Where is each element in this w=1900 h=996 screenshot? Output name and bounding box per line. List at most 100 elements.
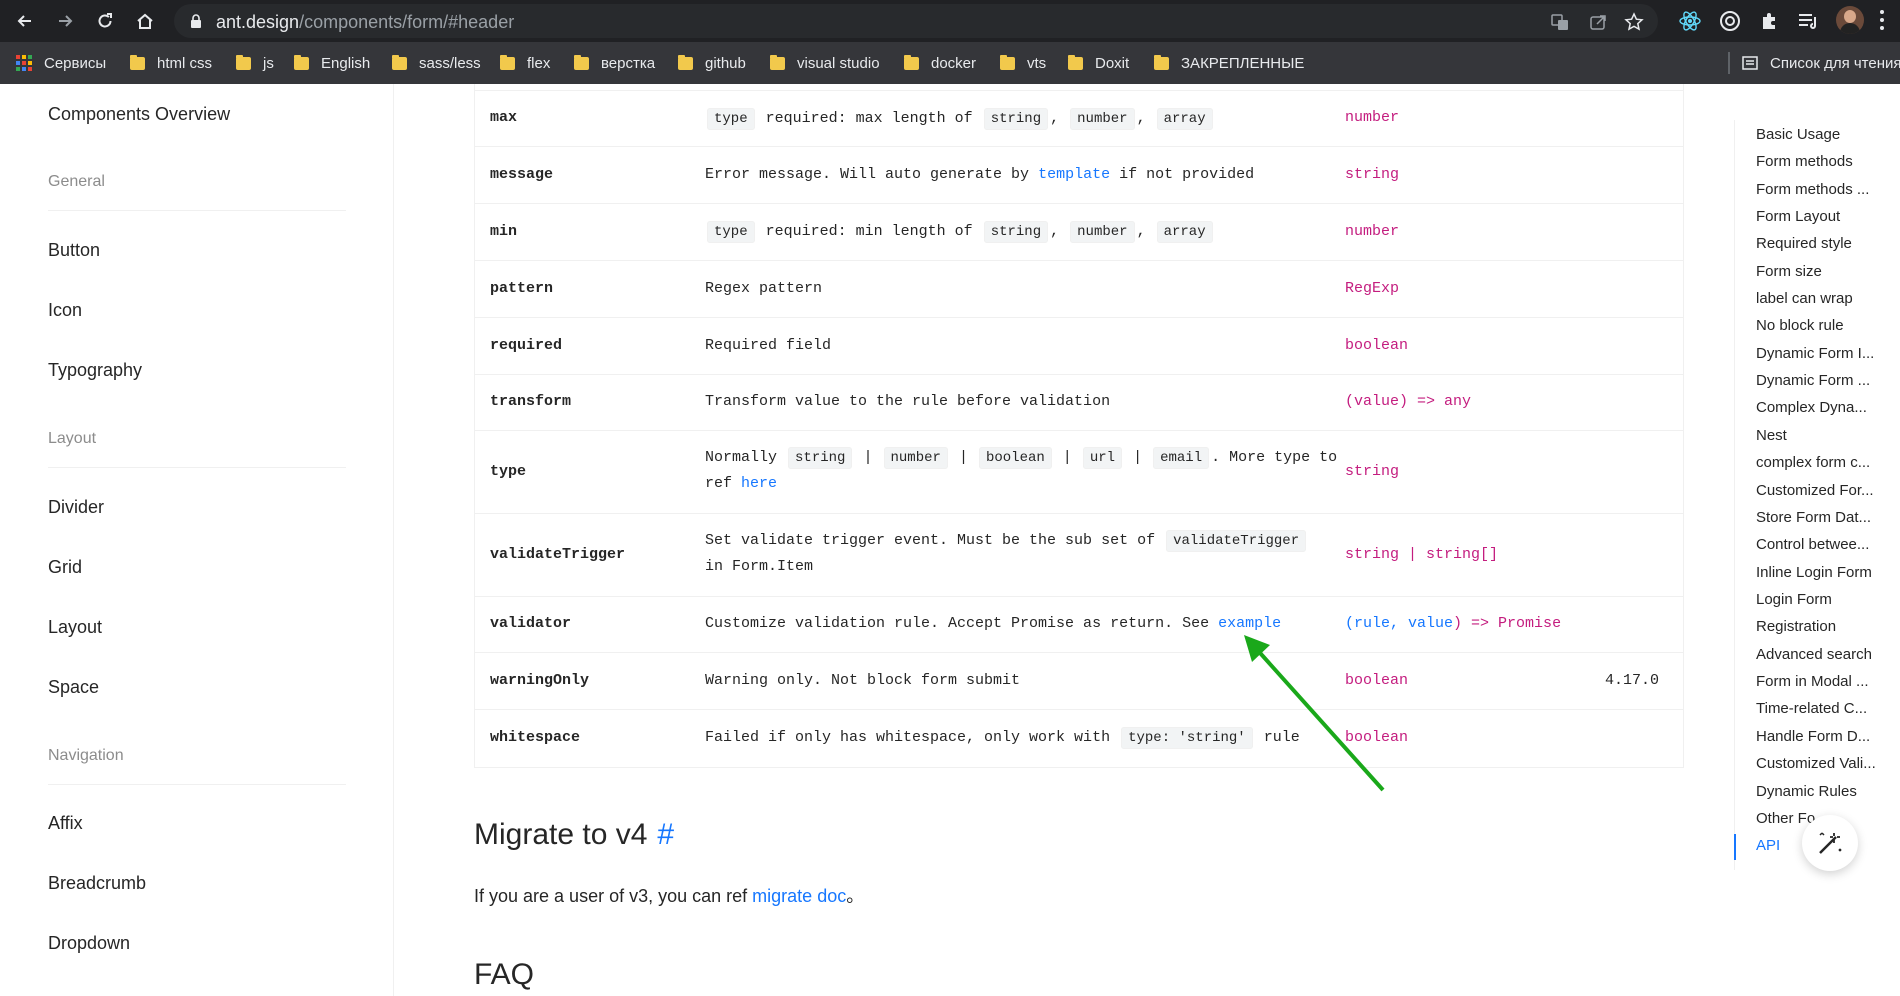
sidebar-item-affix[interactable]: Affix bbox=[48, 813, 83, 834]
sidebar-item-components-overview[interactable]: Components Overview bbox=[48, 104, 230, 125]
property-name: message bbox=[490, 166, 554, 183]
forward-icon[interactable] bbox=[52, 8, 78, 34]
profile-avatar[interactable] bbox=[1836, 6, 1864, 34]
toc-item[interactable]: Form in Modal ... bbox=[1756, 673, 1876, 690]
bookmark-label: js bbox=[263, 54, 274, 72]
bookmark-folder[interactable]: html css bbox=[130, 51, 212, 75]
star-icon[interactable] bbox=[1624, 12, 1644, 32]
table-row: whitespace Failed if only has whitespace… bbox=[475, 709, 1683, 767]
translate-icon[interactable] bbox=[1550, 12, 1570, 32]
toc-item[interactable]: Customized Vali... bbox=[1756, 755, 1876, 772]
bookmark-folder[interactable]: ЗАКРЕПЛЕННЫЕ bbox=[1154, 51, 1304, 75]
sidebar-item-button[interactable]: Button bbox=[48, 240, 100, 261]
toc-item[interactable]: Registration bbox=[1756, 618, 1876, 635]
heading-anchor-link[interactable]: # bbox=[657, 818, 674, 851]
bookmark-folder[interactable]: github bbox=[678, 51, 746, 75]
extensions-puzzle-icon[interactable] bbox=[1758, 9, 1782, 33]
here-link[interactable]: here bbox=[741, 475, 777, 492]
property-name: validateTrigger bbox=[490, 546, 626, 563]
code-tag: url bbox=[1082, 447, 1123, 469]
bookmark-folder[interactable]: vts bbox=[1000, 51, 1046, 75]
sidebar-item-grid[interactable]: Grid bbox=[48, 557, 82, 578]
toc-item[interactable]: Form Layout bbox=[1756, 208, 1876, 225]
rule-api-table: max type required: max length of string,… bbox=[474, 84, 1684, 768]
reading-list-button[interactable]: Список для чтения bbox=[1742, 51, 1900, 75]
toc-item[interactable]: Form methods bbox=[1756, 153, 1876, 170]
toc-item[interactable]: Form methods ... bbox=[1756, 181, 1876, 198]
sidebar-item-space[interactable]: Space bbox=[48, 677, 99, 698]
apps-grid-icon bbox=[16, 55, 32, 71]
menu-kebab-icon[interactable] bbox=[1880, 10, 1884, 32]
react-devtools-icon[interactable] bbox=[1678, 9, 1702, 33]
desc-text: ref bbox=[705, 475, 733, 492]
table-row: pattern Regex pattern RegExp bbox=[475, 260, 1683, 317]
bookmark-folder[interactable]: верстка bbox=[574, 51, 655, 75]
bookmark-folder[interactable]: flex bbox=[500, 51, 550, 75]
bookmark-folder[interactable]: sass/less bbox=[392, 51, 481, 75]
toc-item[interactable]: Time-related C... bbox=[1756, 700, 1876, 717]
desc-text: Normally bbox=[705, 449, 778, 466]
property-type: string | string[] bbox=[1345, 546, 1499, 563]
toc-item[interactable]: Nest bbox=[1756, 427, 1876, 444]
share-icon[interactable] bbox=[1588, 12, 1608, 32]
bookmark-folder[interactable]: docker bbox=[904, 51, 976, 75]
toc-item[interactable]: label can wrap bbox=[1756, 290, 1876, 307]
toc-item[interactable]: Advanced search bbox=[1756, 646, 1876, 663]
toc-item[interactable]: Store Form Dat... bbox=[1756, 509, 1876, 526]
toc-item[interactable]: Form size bbox=[1756, 263, 1876, 280]
toc-item[interactable]: Handle Form D... bbox=[1756, 728, 1876, 745]
migrate-doc-link[interactable]: migrate doc bbox=[752, 886, 846, 906]
sidebar-item-dropdown[interactable]: Dropdown bbox=[48, 933, 130, 954]
toc-item[interactable]: No block rule bbox=[1756, 317, 1876, 334]
desc-text: in Form.Item bbox=[705, 558, 814, 575]
toc-item[interactable]: Login Form bbox=[1756, 591, 1876, 608]
migrate-heading: Migrate to v4 # bbox=[474, 818, 674, 852]
table-row: required Required field boolean bbox=[475, 317, 1683, 374]
code-tag: string bbox=[983, 221, 1049, 243]
paragraph-text: If you are a user of v3, you can ref bbox=[474, 886, 748, 906]
code-tag: type bbox=[707, 108, 755, 130]
reading-list-icon[interactable] bbox=[1796, 9, 1820, 33]
bookmark-folder[interactable]: Doxit bbox=[1068, 51, 1129, 75]
reading-list-label: Список для чтения bbox=[1770, 54, 1900, 72]
sidebar-item-layout[interactable]: Layout bbox=[48, 617, 102, 638]
back-icon[interactable] bbox=[12, 8, 38, 34]
toc-item[interactable]: Complex Dyna... bbox=[1756, 399, 1876, 416]
sidebar-item-breadcrumb[interactable]: Breadcrumb bbox=[48, 873, 146, 894]
desc-text: Failed if only has whitespace, only work… bbox=[705, 729, 1111, 746]
property-name: required bbox=[490, 337, 563, 354]
bookmark-label: Doxit bbox=[1095, 54, 1130, 72]
toc-item[interactable]: Inline Login Form bbox=[1756, 564, 1876, 581]
sidebar-item-typography[interactable]: Typography bbox=[48, 360, 142, 381]
code-tag: type bbox=[707, 221, 755, 243]
bookmark-folder[interactable]: js bbox=[236, 51, 274, 75]
theme-editor-button[interactable] bbox=[1802, 815, 1858, 871]
address-bar[interactable]: ant.design/components/form/#header bbox=[174, 4, 1658, 38]
toc-item[interactable]: Dynamic Rules bbox=[1756, 783, 1876, 800]
bookmark-folder[interactable]: visual studio bbox=[770, 51, 880, 75]
sidebar-item-divider[interactable]: Divider bbox=[48, 497, 104, 518]
property-description: Error message. Will auto generate by tem… bbox=[705, 162, 1254, 188]
toc-item[interactable]: Required style bbox=[1756, 235, 1876, 252]
toc-item[interactable]: Basic Usage bbox=[1756, 126, 1876, 143]
property-description: Set validate trigger event. Must be the … bbox=[705, 528, 1308, 580]
folder-icon bbox=[1154, 54, 1169, 70]
folder-icon bbox=[770, 54, 785, 70]
property-description: Failed if only has whitespace, only work… bbox=[705, 725, 1300, 751]
annotation-arrow bbox=[1244, 635, 1385, 792]
browser-toolbar: ant.design/components/form/#header bbox=[0, 0, 1900, 42]
reload-icon[interactable] bbox=[92, 8, 118, 34]
menu-divider bbox=[48, 467, 346, 468]
home-icon[interactable] bbox=[132, 8, 158, 34]
toc-item[interactable]: complex form c... bbox=[1756, 454, 1876, 471]
toc-item[interactable]: Dynamic Form ... bbox=[1756, 372, 1876, 389]
bookmark-folder[interactable]: English bbox=[294, 51, 370, 75]
toc-item[interactable]: Dynamic Form I... bbox=[1756, 345, 1876, 362]
toc-item[interactable]: Control betwee... bbox=[1756, 536, 1876, 553]
target-extension-icon[interactable] bbox=[1718, 9, 1742, 33]
bookmark-services[interactable]: Сервисы bbox=[16, 51, 106, 75]
property-version: 4.17.0 bbox=[1605, 672, 1660, 689]
sidebar-item-icon[interactable]: Icon bbox=[48, 300, 82, 321]
template-link[interactable]: template bbox=[1038, 166, 1110, 183]
toc-item[interactable]: Customized For... bbox=[1756, 482, 1876, 499]
